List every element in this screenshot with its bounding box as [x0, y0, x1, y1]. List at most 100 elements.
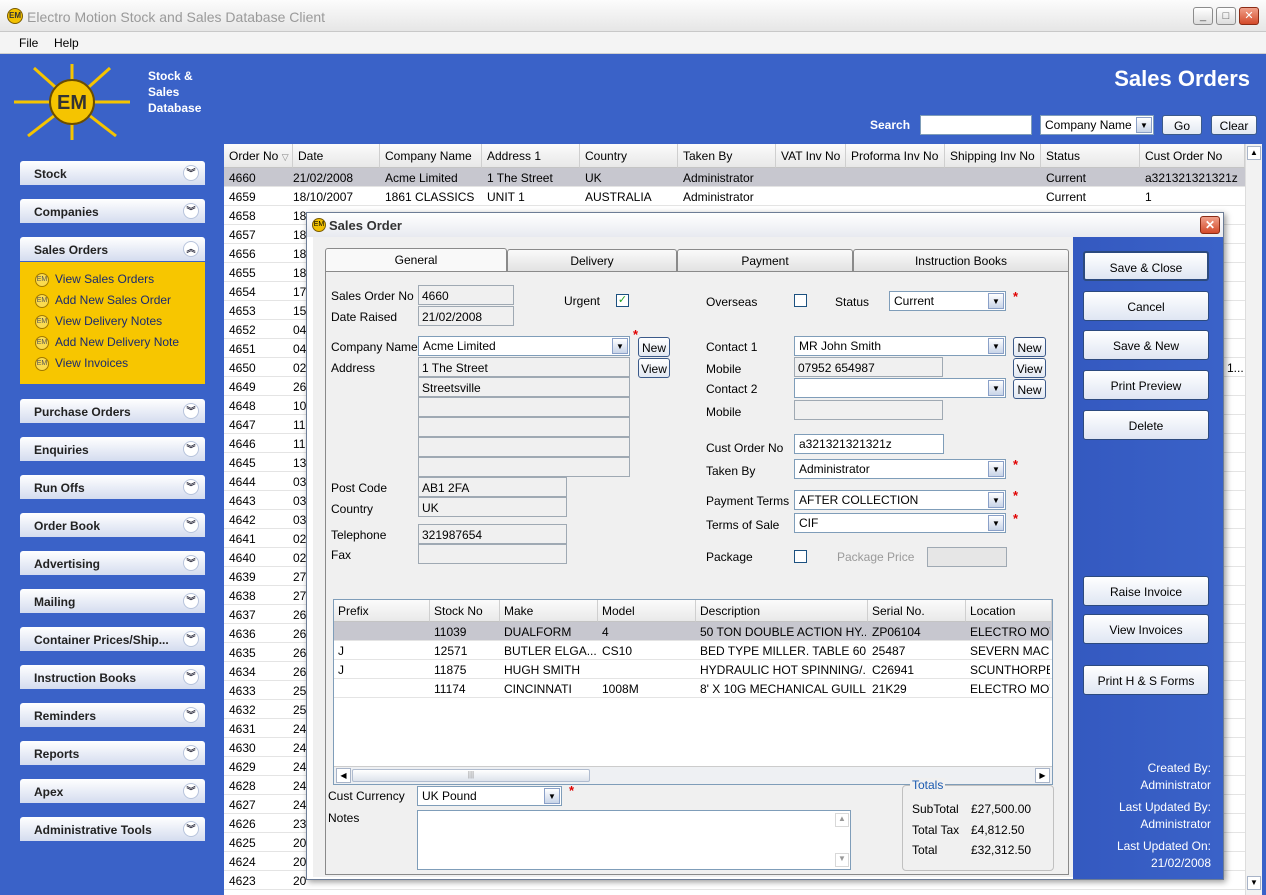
search-field-select[interactable]: Company Name ▼: [1040, 115, 1154, 135]
sidebar-group-reports[interactable]: Reports ︾: [20, 741, 205, 765]
view-contact-button[interactable]: View: [1013, 358, 1046, 378]
scroll-up-icon[interactable]: ▲: [1247, 146, 1261, 160]
sidebar-group-sales-orders[interactable]: Sales Orders ︽: [20, 237, 205, 261]
chevron-down-icon[interactable]: ︾: [183, 517, 199, 533]
tab-delivery[interactable]: Delivery: [507, 249, 677, 271]
column-header-vat-inv-no[interactable]: VAT Inv No: [776, 144, 846, 168]
chevron-down-icon[interactable]: ︾: [183, 441, 199, 457]
save-new-button[interactable]: Save & New: [1083, 330, 1209, 360]
chevron-down-icon[interactable]: ︾: [183, 631, 199, 647]
sidebar-group-mailing[interactable]: Mailing ︾: [20, 589, 205, 613]
table-row[interactable]: 4659 18/10/2007 1861 CLASSICS UNIT 1 AUSTRAL…: [224, 187, 1245, 206]
chevron-down-icon[interactable]: ▼: [988, 338, 1004, 354]
minimize-icon[interactable]: _: [1193, 7, 1213, 25]
chevron-down-icon[interactable]: ▼: [988, 461, 1004, 477]
chevron-down-icon[interactable]: ▼: [988, 492, 1004, 508]
clear-button[interactable]: Clear: [1211, 115, 1257, 135]
scroll-left-icon[interactable]: ◀: [336, 768, 351, 783]
save-close-button[interactable]: Save & Close: [1083, 251, 1209, 281]
maximize-icon[interactable]: □: [1216, 7, 1236, 25]
column-header-country[interactable]: Country: [580, 144, 678, 168]
dialog-close-icon[interactable]: ✕: [1200, 216, 1220, 234]
delete-button[interactable]: Delete: [1083, 410, 1209, 440]
go-button[interactable]: Go: [1162, 115, 1202, 135]
sidebar-item-add-new-delivery-note[interactable]: EM Add New Delivery Note: [35, 335, 179, 350]
cust-order-no-input[interactable]: a321321321321z: [794, 434, 944, 454]
column-header-model[interactable]: Model: [598, 600, 696, 622]
chevron-down-icon[interactable]: ︾: [183, 745, 199, 761]
sidebar-group-advertising[interactable]: Advertising ︾: [20, 551, 205, 575]
sidebar-group-companies[interactable]: Companies ︾: [20, 199, 205, 223]
contact-2-select[interactable]: ▼: [794, 378, 1006, 398]
chevron-down-icon[interactable]: ▼: [988, 380, 1004, 396]
chevron-down-icon[interactable]: ▼: [612, 338, 628, 354]
grid-vertical-scrollbar[interactable]: ▲ ▼: [1245, 144, 1262, 895]
column-header-shipping-inv-no[interactable]: Shipping Inv No: [945, 144, 1041, 168]
list-item[interactable]: J 12571 BUTLER ELGA... CS10 BED TYPE MILLER.…: [334, 641, 1052, 660]
list-item[interactable]: J 11875 HUGH SMITH HYDRAULIC HOT SPINNING/.…: [334, 660, 1052, 679]
notes-textarea[interactable]: ▲ ▼: [417, 810, 851, 870]
column-header-order-no[interactable]: Order No ▽: [224, 144, 293, 168]
column-header-description[interactable]: Description: [696, 600, 868, 622]
column-header-stock-no[interactable]: Stock No: [430, 600, 500, 622]
column-header-prefix[interactable]: Prefix: [334, 600, 430, 622]
chevron-down-icon[interactable]: ︾: [183, 165, 199, 181]
status-select[interactable]: Current ▼: [889, 291, 1006, 311]
new-contact-2-button[interactable]: New: [1013, 379, 1046, 399]
sidebar-item-view-sales-orders[interactable]: EM View Sales Orders: [35, 272, 154, 287]
column-header-date[interactable]: Date: [293, 144, 380, 168]
scroll-down-icon[interactable]: ▼: [1247, 876, 1261, 890]
chevron-down-icon[interactable]: ︾: [183, 593, 199, 609]
chevron-down-icon[interactable]: ▼: [544, 788, 560, 804]
package-checkbox[interactable]: [794, 550, 807, 563]
scroll-down-icon[interactable]: ▼: [835, 853, 849, 867]
terms-of-sale-select[interactable]: CIF ▼: [794, 513, 1006, 533]
sidebar-group-stock[interactable]: Stock ︾: [20, 161, 205, 185]
new-contact-1-button[interactable]: New: [1013, 337, 1046, 357]
column-header-taken-by[interactable]: Taken By: [678, 144, 776, 168]
company-name-select[interactable]: Acme Limited ▼: [418, 336, 630, 356]
taken-by-select[interactable]: Administrator ▼: [794, 459, 1006, 479]
print-hs-forms-button[interactable]: Print H & S Forms: [1083, 665, 1209, 695]
sidebar-item-add-new-sales-order[interactable]: EM Add New Sales Order: [35, 293, 171, 308]
list-item[interactable]: 11174 CINCINNATI 1008M 8' X 10G MECHANICAL …: [334, 679, 1052, 698]
chevron-up-icon[interactable]: ︽: [183, 241, 199, 257]
list-item[interactable]: 11039 DUALFORM 4 50 TON DOUBLE ACTION HY...…: [334, 622, 1052, 641]
tab-general[interactable]: General: [325, 248, 507, 272]
sidebar-group-administrative-tools[interactable]: Administrative Tools ︾: [20, 817, 205, 841]
view-invoices-button[interactable]: View Invoices: [1083, 614, 1209, 644]
scroll-thumb[interactable]: |||: [352, 769, 590, 782]
sidebar-group-container-prices-ship[interactable]: Container Prices/Ship... ︾: [20, 627, 205, 651]
sidebar-group-enquiries[interactable]: Enquiries ︾: [20, 437, 205, 461]
menu-help[interactable]: Help: [54, 36, 79, 50]
chevron-down-icon[interactable]: ▼: [988, 293, 1004, 309]
scroll-up-icon[interactable]: ▲: [835, 813, 849, 827]
chevron-down-icon[interactable]: ︾: [183, 555, 199, 571]
chevron-down-icon[interactable]: ︾: [183, 783, 199, 799]
column-header-address-1[interactable]: Address 1: [482, 144, 580, 168]
search-input[interactable]: [920, 115, 1032, 135]
urgent-checkbox[interactable]: ✓: [616, 294, 629, 307]
sidebar-group-instruction-books[interactable]: Instruction Books ︾: [20, 665, 205, 689]
payment-terms-select[interactable]: AFTER COLLECTION ▼: [794, 490, 1006, 510]
sidebar-group-run-offs[interactable]: Run Offs ︾: [20, 475, 205, 499]
close-icon[interactable]: ✕: [1239, 7, 1259, 25]
chevron-down-icon[interactable]: ▼: [988, 515, 1004, 531]
raise-invoice-button[interactable]: Raise Invoice: [1083, 576, 1209, 606]
tab-instruction-books[interactable]: Instruction Books: [853, 249, 1069, 271]
chevron-down-icon[interactable]: ︾: [183, 479, 199, 495]
chevron-down-icon[interactable]: ︾: [183, 707, 199, 723]
column-header-proforma-inv-no[interactable]: Proforma Inv No: [846, 144, 945, 168]
overseas-checkbox[interactable]: [794, 294, 807, 307]
column-header-location[interactable]: Location: [966, 600, 1052, 622]
table-row[interactable]: 4660 21/02/2008 Acme Limited 1 The Street UK…: [224, 168, 1245, 187]
tab-payment[interactable]: Payment: [677, 249, 853, 271]
chevron-down-icon[interactable]: ︾: [183, 669, 199, 685]
scroll-right-icon[interactable]: ▶: [1035, 768, 1050, 783]
sidebar-item-view-invoices[interactable]: EM View Invoices: [35, 356, 128, 371]
chevron-down-icon[interactable]: ︾: [183, 203, 199, 219]
new-company-button[interactable]: New: [638, 337, 670, 357]
column-header-company-name[interactable]: Company Name: [380, 144, 482, 168]
chevron-down-icon[interactable]: ︾: [183, 403, 199, 419]
sidebar-group-apex[interactable]: Apex ︾: [20, 779, 205, 803]
